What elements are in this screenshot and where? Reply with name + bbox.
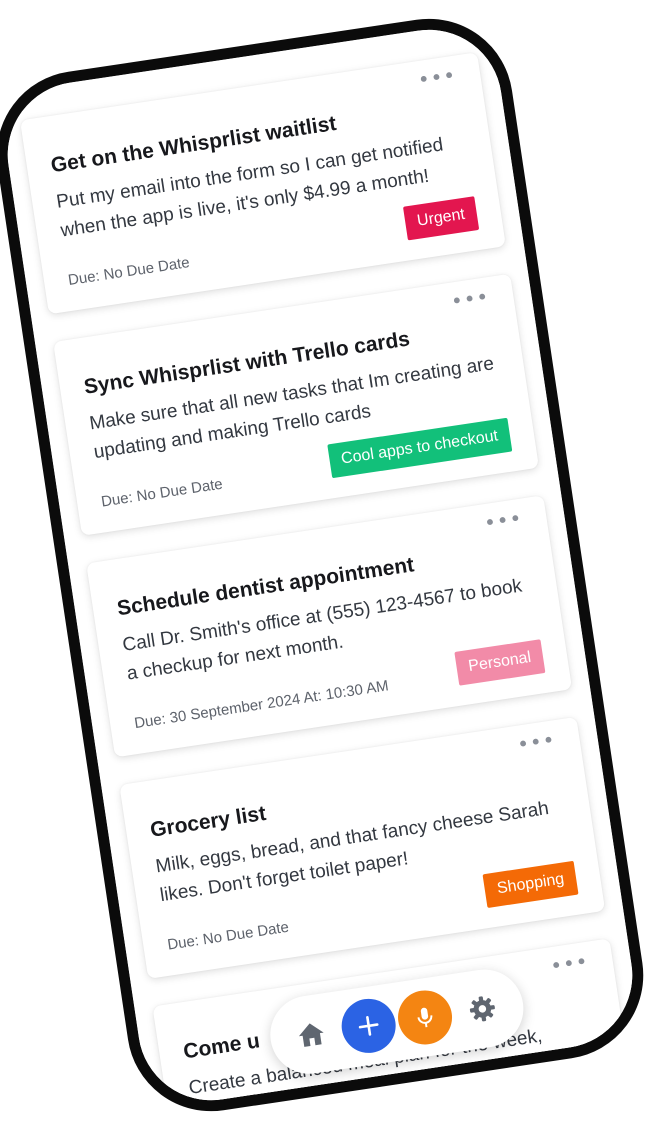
microphone-icon [417, 1007, 433, 1028]
tag-badge[interactable]: Urgent [402, 196, 480, 241]
task-card[interactable]: ••• Schedule dentist appointment Call Dr… [86, 495, 573, 758]
more-options-icon[interactable]: ••• [482, 506, 524, 535]
add-task-button[interactable] [337, 995, 400, 1057]
due-date: Due: No Due Date [66, 254, 191, 290]
app-screen: ••• Get on the Whisprlist waitlist Put m… [0, 19, 643, 1123]
plus-icon [358, 1016, 379, 1036]
task-card[interactable]: ••• Grocery list Milk, eggs, bread, and … [119, 716, 606, 979]
more-options-icon[interactable]: ••• [549, 949, 591, 978]
more-options-icon[interactable]: ••• [516, 727, 558, 756]
stage: ••• Get on the Whisprlist waitlist Put m… [0, 0, 663, 1130]
voice-record-button[interactable] [394, 986, 457, 1049]
due-date: Due: 30 September 2024 At: 10:30 AM [133, 677, 390, 733]
task-feed: ••• Get on the Whisprlist waitlist Put m… [19, 52, 631, 1123]
due-date: Due: No Due Date [100, 475, 224, 511]
more-options-icon[interactable]: ••• [449, 284, 491, 313]
tag-badge[interactable]: Shopping [482, 860, 579, 908]
phone-frame: ••• Get on the Whisprlist waitlist Put m… [0, 7, 655, 1123]
task-card[interactable]: ••• Sync Whisprlist with Trello cards Ma… [53, 273, 540, 536]
settings-button[interactable] [452, 978, 513, 1039]
home-button[interactable] [281, 1004, 342, 1065]
more-options-icon[interactable]: ••• [416, 63, 458, 92]
task-card[interactable]: ••• Get on the Whisprlist waitlist Put m… [19, 52, 506, 315]
tag-badge[interactable]: Personal [454, 639, 546, 686]
gear-icon [469, 996, 495, 1022]
due-date: Due: No Due Date [166, 918, 291, 954]
home-icon [298, 1023, 324, 1047]
